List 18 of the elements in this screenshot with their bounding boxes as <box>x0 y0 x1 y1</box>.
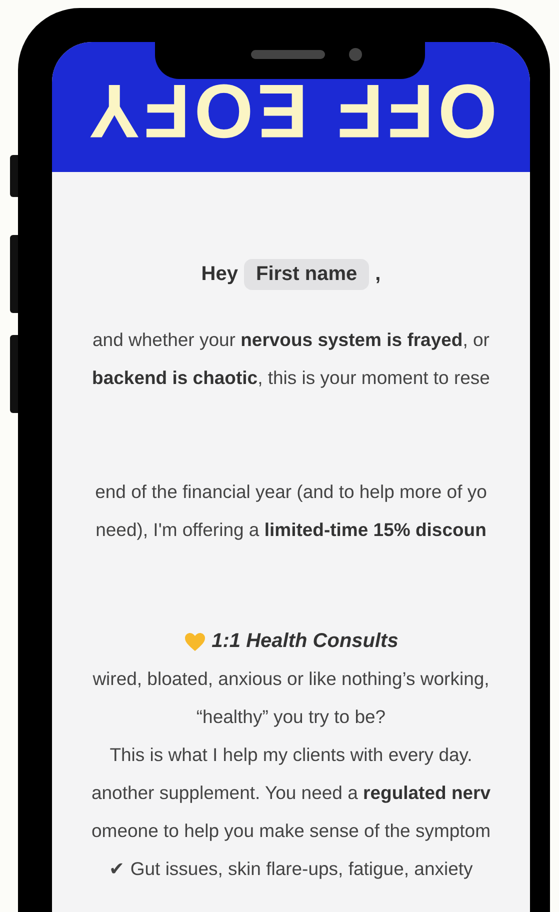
body-text: ✔ Gut issues, skin flare-ups, fatigue, anxiety <box>109 857 473 881</box>
section-heading: 1:1 Health Consults <box>212 630 398 653</box>
body-text: backend is chaotic, this is your moment to rese <box>92 366 490 390</box>
body-text: end of the financial year (and to help more of yo <box>95 480 487 504</box>
body-text: and whether your nervous system is frayed, or <box>92 328 490 352</box>
body-text: another supplement. You need a regulated nerv <box>91 781 491 805</box>
body-text: need), I'm offering a limited-time 15% discoun <box>96 518 486 542</box>
body-text: “healthy” you try to be? <box>196 705 386 729</box>
greeting-punctuation: , <box>375 263 381 286</box>
body-text: wired, bloated, anxious or like nothing’s working, <box>92 667 490 691</box>
body-text: omeone to help you make sense of the symptom <box>92 819 490 843</box>
speaker-icon <box>251 50 325 59</box>
body-text: This is what I help my clients with every day. <box>110 743 472 767</box>
banner-title: OFF EOFY <box>85 72 497 148</box>
heart-icon <box>184 632 206 652</box>
camera-icon <box>349 48 362 61</box>
merge-tag: First name <box>244 259 370 290</box>
greeting-text: Hey <box>201 263 238 286</box>
